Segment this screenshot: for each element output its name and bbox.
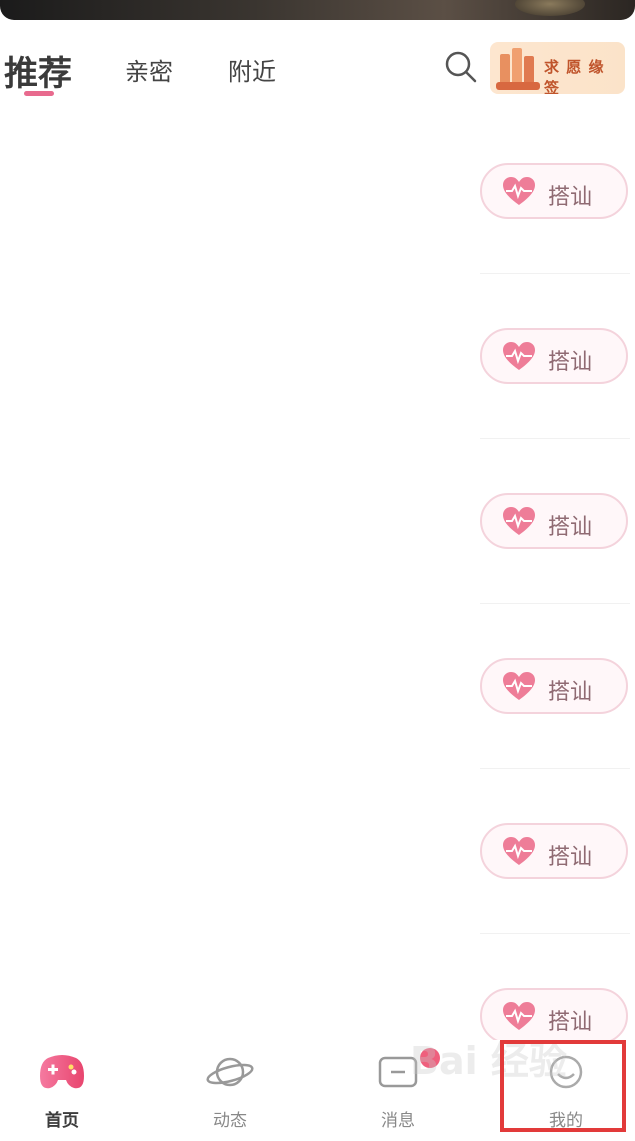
heart-pulse-icon	[502, 342, 536, 372]
greet-button[interactable]: 搭讪	[480, 163, 628, 219]
nav-moments-label: 动态	[213, 1111, 247, 1131]
planet-icon	[206, 1050, 254, 1094]
top-banner[interactable]	[0, 0, 635, 20]
greet-button[interactable]: 搭讪	[480, 493, 628, 549]
wish-sign-icon	[496, 44, 540, 92]
row-divider	[480, 933, 630, 934]
greet-button-label: 搭讪	[548, 680, 593, 705]
tab-nearby[interactable]: 附近	[228, 52, 276, 87]
greet-button-label: 搭讪	[548, 845, 593, 870]
greet-button-label: 搭讪	[548, 515, 593, 540]
tab-recommend[interactable]: 推荐	[4, 46, 72, 95]
nav-home[interactable]: 首页	[12, 1040, 112, 1141]
row-divider	[480, 273, 630, 274]
heart-pulse-icon	[502, 507, 536, 537]
search-icon[interactable]	[444, 50, 478, 84]
gamepad-icon	[38, 1050, 86, 1094]
greet-button[interactable]: 搭讪	[480, 328, 628, 384]
heart-pulse-icon	[502, 177, 536, 207]
tab-intimate[interactable]: 亲密	[125, 52, 173, 87]
greet-button[interactable]: 搭讪	[480, 658, 628, 714]
nav-moments[interactable]: 动态	[180, 1040, 280, 1141]
nav-home-label: 首页	[45, 1111, 79, 1131]
heart-pulse-icon	[502, 837, 536, 867]
heart-pulse-icon	[502, 1002, 536, 1032]
greet-button[interactable]: 搭讪	[480, 823, 628, 879]
wish-sign-banner[interactable]: 求 愿 缘 签	[490, 42, 625, 94]
row-divider	[480, 603, 630, 604]
heart-pulse-icon	[502, 672, 536, 702]
row-divider	[480, 438, 630, 439]
nav-messages-label: 消息	[381, 1111, 415, 1131]
greet-button-label: 搭讪	[548, 350, 593, 375]
row-divider	[480, 768, 630, 769]
greet-button-label: 搭讪	[548, 185, 593, 210]
profile-highlight-box	[500, 1040, 626, 1132]
active-tab-indicator	[24, 91, 54, 96]
wish-sign-label: 求 愿 缘 签	[544, 58, 605, 94]
